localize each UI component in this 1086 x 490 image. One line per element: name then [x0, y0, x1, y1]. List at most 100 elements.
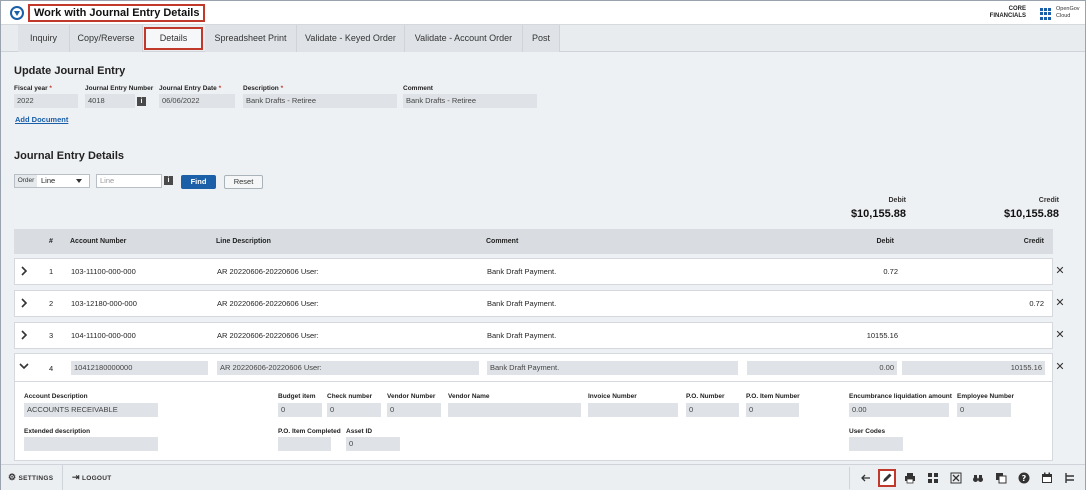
- tab-copy-reverse[interactable]: Copy/Reverse: [70, 25, 143, 52]
- line-search-input[interactable]: Line: [96, 174, 162, 188]
- app-window: Work with Journal Entry Details CORE FIN…: [0, 0, 1086, 490]
- chevron-down-icon[interactable]: [19, 361, 29, 371]
- table-row[interactable]: 1 103-11100-000-000 AR 20220606-20220606…: [14, 258, 1053, 285]
- menu-funnel-icon[interactable]: [10, 6, 24, 20]
- order-value: Line: [41, 176, 56, 185]
- col-line-description: Line Description: [216, 238, 271, 245]
- logout-button[interactable]: ⇥ LOGOUT: [72, 465, 112, 490]
- employee-number-field[interactable]: 0: [957, 403, 1011, 417]
- logout-icon: ⇥: [72, 472, 80, 482]
- info-icon[interactable]: i: [137, 97, 146, 106]
- tab-spreadsheet-print[interactable]: Spreadsheet Print: [205, 25, 297, 52]
- vendor-name-field[interactable]: [448, 403, 581, 417]
- credit-field[interactable]: 10155.16: [902, 361, 1045, 375]
- budget-item-field[interactable]: 0: [278, 403, 322, 417]
- delete-row-icon[interactable]: ✕: [1054, 265, 1066, 277]
- row-num: 1: [49, 267, 54, 276]
- row-num: 2: [49, 299, 54, 308]
- details-section-title: Journal Entry Details: [14, 150, 125, 162]
- table-row[interactable]: 2 103-12180-000-000 AR 20220606-20220606…: [14, 290, 1053, 317]
- back-arrow-icon[interactable]: [857, 469, 875, 487]
- credit-total-label: Credit: [1038, 197, 1059, 204]
- copy-icon[interactable]: [992, 469, 1010, 487]
- fiscal-year-field[interactable]: 2022: [14, 94, 78, 108]
- asset-id-field[interactable]: 0: [346, 437, 400, 451]
- debit-field[interactable]: 0.00: [747, 361, 897, 375]
- calendar-icon[interactable]: [1038, 469, 1056, 487]
- print-icon[interactable]: [901, 469, 919, 487]
- cloud-line-2: Cloud: [1056, 13, 1071, 19]
- tab-validate-keyed-order[interactable]: Validate - Keyed Order: [297, 25, 405, 52]
- opengov-cloud-logo: OpenGov Cloud: [1056, 6, 1084, 20]
- row-credit: 0.72: [1029, 299, 1044, 308]
- po-item-completed-field[interactable]: [278, 437, 331, 451]
- excel-icon[interactable]: [947, 469, 965, 487]
- po-item-number-field[interactable]: 0: [746, 403, 799, 417]
- chevron-right-icon[interactable]: [19, 298, 29, 308]
- app-grid-icon[interactable]: [1040, 8, 1052, 20]
- user-codes-field[interactable]: [849, 437, 903, 451]
- invoice-number-label: Invoice Number: [588, 393, 637, 400]
- delete-row-icon[interactable]: ✕: [1054, 329, 1066, 341]
- vendor-number-field[interactable]: 0: [387, 403, 441, 417]
- line-info-icon[interactable]: i: [164, 176, 173, 185]
- row-debit: 0.72: [883, 267, 898, 276]
- tab-details[interactable]: Details: [144, 27, 203, 50]
- tab-post[interactable]: Post: [523, 25, 560, 52]
- je-number-label: Journal Entry Number: [85, 85, 154, 92]
- add-document-link[interactable]: Add Document: [15, 115, 68, 124]
- je-date-label: Journal Entry Date *: [159, 85, 222, 92]
- chevron-right-icon[interactable]: [19, 330, 29, 340]
- order-label: Order: [15, 175, 37, 187]
- credit-total-value: $10,155.88: [1003, 208, 1059, 220]
- tab-validate-account-order[interactable]: Validate - Account Order: [405, 25, 523, 52]
- table-row[interactable]: 3 104-11100-000-000 AR 20220606-20220606…: [14, 322, 1053, 349]
- table-row-expanded[interactable]: 4 10412180000000 AR 20220606-20220606 Us…: [14, 353, 1053, 381]
- je-date-field[interactable]: 06/06/2022: [159, 94, 235, 108]
- update-section-title: Update Journal Entry: [14, 65, 126, 77]
- check-number-field[interactable]: 0: [327, 403, 381, 417]
- col-debit: Debit: [876, 238, 895, 245]
- bottom-bar: ⚙ SETTINGS ⇥ LOGOUT ?: [1, 464, 1085, 490]
- row-num: 4: [49, 364, 54, 373]
- binoculars-icon[interactable]: [969, 469, 987, 487]
- order-select[interactable]: Order Line: [14, 174, 90, 188]
- reset-button[interactable]: Reset: [224, 175, 263, 189]
- cloud-line-1: OpenGov: [1056, 6, 1080, 12]
- comment-field[interactable]: Bank Draft Payment.: [487, 361, 738, 375]
- page-title: Work with Journal Entry Details: [28, 4, 206, 22]
- extended-description-label: Extended description: [24, 428, 91, 435]
- invoice-number-field[interactable]: [588, 403, 678, 417]
- comment-field[interactable]: Bank Drafts - Retiree: [403, 94, 537, 108]
- col-num: #: [49, 238, 53, 245]
- tab-inquiry[interactable]: Inquiry: [18, 25, 70, 52]
- employee-number-label: Employee Number: [957, 393, 1015, 400]
- extended-description-field[interactable]: [24, 437, 158, 451]
- account-number-field[interactable]: 10412180000000: [71, 361, 208, 375]
- encumbrance-field[interactable]: 0.00: [849, 403, 949, 417]
- description-field[interactable]: Bank Drafts - Retiree: [243, 94, 397, 108]
- debit-total-value: $10,155.88: [850, 208, 906, 220]
- settings-button[interactable]: ⚙ SETTINGS: [8, 465, 53, 490]
- account-description-label: Account Description: [24, 393, 88, 400]
- help-icon[interactable]: ?: [1015, 469, 1033, 487]
- debit-total-label: Debit: [888, 197, 907, 204]
- delete-row-icon[interactable]: ✕: [1054, 297, 1066, 309]
- po-number-field[interactable]: 0: [686, 403, 739, 417]
- grid-view-icon[interactable]: [924, 469, 942, 487]
- je-number-field[interactable]: 4018: [85, 94, 135, 108]
- row-detail-panel: Account Description ACCOUNTS RECEIVABLE …: [14, 381, 1053, 461]
- settings-label: SETTINGS: [18, 475, 54, 482]
- chevron-down-icon: [76, 179, 82, 183]
- delete-row-icon[interactable]: ✕: [1054, 361, 1066, 373]
- edit-pencil-icon[interactable]: [878, 469, 896, 487]
- row-num: 3: [49, 331, 54, 340]
- line-description-field[interactable]: AR 20220606-20220606 User:: [217, 361, 479, 375]
- account-description-field[interactable]: ACCOUNTS RECEIVABLE: [24, 403, 158, 417]
- asset-id-label: Asset ID: [346, 428, 373, 435]
- user-codes-label: User Codes: [849, 428, 886, 435]
- chevron-right-icon[interactable]: [19, 266, 29, 276]
- col-credit: Credit: [1023, 238, 1044, 245]
- tree-icon[interactable]: [1061, 469, 1079, 487]
- find-button[interactable]: Find: [181, 175, 216, 189]
